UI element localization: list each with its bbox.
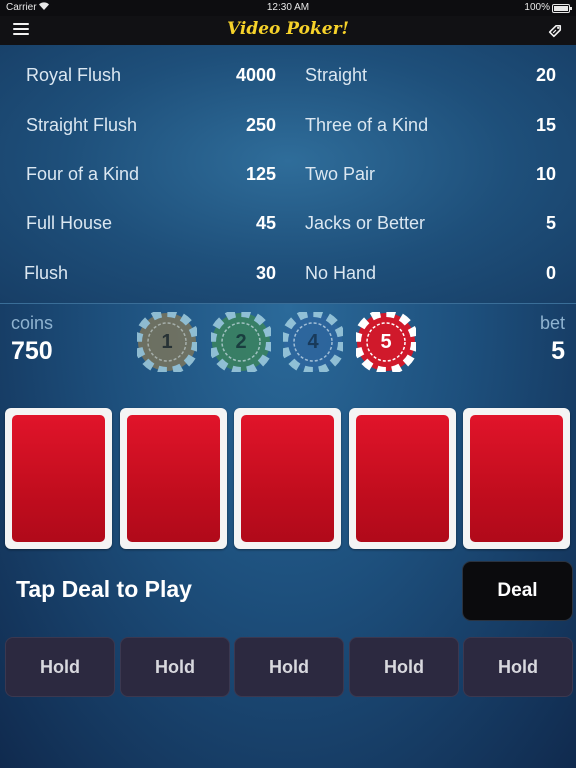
hand-payout: 15 xyxy=(535,115,556,135)
hold-button-4[interactable]: Hold xyxy=(349,637,459,697)
deal-button[interactable]: Deal xyxy=(462,561,573,621)
chip-value: 5 xyxy=(380,331,392,353)
paytable-row: No Hand 0 xyxy=(305,263,556,293)
chip-value: 2 xyxy=(235,331,247,353)
hand-payout: 5 xyxy=(545,213,556,233)
chip-4-button[interactable]: 4 xyxy=(283,312,343,372)
hold-button-1[interactable]: Hold xyxy=(5,637,115,697)
paytable-row: Flush 30 xyxy=(24,263,276,293)
chip-value: 4 xyxy=(307,331,319,353)
hold-button-2[interactable]: Hold xyxy=(120,637,230,697)
paytable-row: Royal Flush 4000 xyxy=(26,65,276,95)
battery-icon xyxy=(552,4,572,13)
paytable-row: Four of a Kind 125 xyxy=(26,164,276,194)
tag-icon[interactable] xyxy=(548,22,564,43)
card-4[interactable] xyxy=(349,408,456,549)
card-5[interactable] xyxy=(463,408,570,549)
hand-name: Full House xyxy=(26,213,113,233)
hold-button-3[interactable]: Hold xyxy=(234,637,344,697)
game-prompt: Tap Deal to Play xyxy=(16,576,192,602)
hand-name: Four of a Kind xyxy=(26,164,140,184)
paytable-row: Two Pair 10 xyxy=(305,164,556,194)
bet-label: bet xyxy=(539,313,565,333)
hold-button-5[interactable]: Hold xyxy=(463,637,573,697)
hand-payout: 125 xyxy=(245,164,276,184)
hand-payout: 10 xyxy=(535,164,556,184)
hand-payout: 45 xyxy=(255,213,276,233)
card-back xyxy=(12,415,105,542)
status-bar: Carrier 12:30 AM 100% xyxy=(0,0,576,16)
paytable-row: Jacks or Better 5 xyxy=(305,213,556,243)
paytable-row: Three of a Kind 15 xyxy=(305,115,556,145)
hand-name: Three of a Kind xyxy=(305,115,429,135)
card-2[interactable] xyxy=(120,408,227,549)
hand-payout: 4000 xyxy=(235,65,276,85)
paytable: Royal Flush 4000 Straight Flush 250 Four… xyxy=(0,45,576,304)
hand-name: Flush xyxy=(24,263,69,283)
battery-percent: 100% xyxy=(524,2,550,13)
coins-value: 750 xyxy=(11,337,53,365)
hand-payout: 0 xyxy=(545,263,556,283)
chip-2-button[interactable]: 2 xyxy=(211,312,271,372)
paytable-row: Full House 45 xyxy=(26,213,276,243)
chip-5-button[interactable]: 5 xyxy=(356,312,416,372)
chip-value: 1 xyxy=(161,331,173,353)
clock-time: 12:30 AM xyxy=(266,2,310,13)
card-back xyxy=(470,415,563,542)
paytable-row: Straight 20 xyxy=(305,65,556,95)
hand-payout: 250 xyxy=(245,115,276,135)
hand-payout: 20 xyxy=(535,65,556,85)
card-back xyxy=(356,415,449,542)
chip-1-button[interactable]: 1 xyxy=(137,312,197,372)
bet-value: 5 xyxy=(551,337,565,365)
coins-label: coins xyxy=(11,313,54,333)
nav-bar: Video Poker! xyxy=(0,16,576,45)
hand-name: No Hand xyxy=(305,263,377,283)
hand-name: Two Pair xyxy=(305,164,376,184)
card-back xyxy=(127,415,220,542)
card-3[interactable] xyxy=(234,408,341,549)
hand-name: Royal Flush xyxy=(26,65,122,85)
app-title: Video Poker! xyxy=(227,19,349,39)
coins-bet-bar: coins 750 1 2 4 5 bet 5 xyxy=(0,304,576,378)
card-1[interactable] xyxy=(5,408,112,549)
card-back xyxy=(241,415,334,542)
paytable-row: Straight Flush 250 xyxy=(26,115,276,145)
hand-name: Straight xyxy=(305,65,368,85)
hand-name: Straight Flush xyxy=(26,115,138,135)
hand-name: Jacks or Better xyxy=(305,213,426,233)
hand-payout: 30 xyxy=(255,263,276,283)
